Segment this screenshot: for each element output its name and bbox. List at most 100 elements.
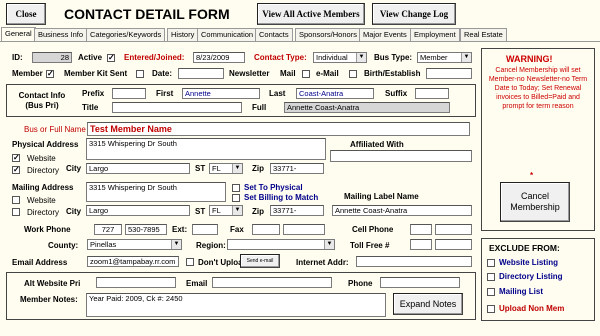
tab-history[interactable]: History [167,28,199,41]
tab-bar: General Business Info Categories/Keyword… [0,27,600,42]
exclude-website-label: Website Listing [499,258,558,267]
dont-upload-checkbox[interactable] [186,258,194,266]
bus-type-select[interactable]: Member ▼ [417,52,472,63]
expand-notes-button[interactable]: Expand Notes [393,293,463,315]
physical-website-label: Website [27,154,56,163]
physical-zip-label: Zip [252,164,264,173]
first-name-field[interactable]: Annette [182,88,260,99]
birth-establish-field[interactable] [426,68,472,79]
tab-real-estate[interactable]: Real Estate [460,28,507,41]
mailing-state-select[interactable]: FL ▼ [209,205,243,216]
tab-contacts[interactable]: Contacts [255,28,293,41]
bus-full-name-field[interactable]: Test Member Name [87,122,470,136]
full-name-field: Annette Coast-Anatra [284,102,450,113]
alt-email-field[interactable] [212,277,332,288]
upload-non-mem-label: Upload Non Mem [499,304,565,313]
contact-type-select[interactable]: Individual ▼ [313,52,367,63]
full-label: Full [252,103,267,112]
mailing-label-name-label: Mailing Label Name [344,192,419,201]
member-checkbox[interactable]: ✓ [46,70,54,78]
cancel-membership-button[interactable]: Cancel Membership [500,182,570,222]
tab-categories[interactable]: Categories/Keywords [86,28,166,41]
mailing-city-field[interactable]: Largo [86,205,190,216]
newsletter-label: Newsletter [229,69,270,78]
tab-general[interactable]: General [1,27,36,41]
title-field[interactable] [112,102,242,113]
active-label: Active [78,53,103,62]
physical-city-field[interactable]: Largo [86,163,190,174]
bus-type-value: Member [420,53,448,62]
affiliated-with-label: Affiliated With [350,140,404,149]
mailing-street-field[interactable]: 3315 Whispering Dr South [86,182,226,202]
tab-major-events[interactable]: Major Events [359,28,411,41]
title-label: Title [82,103,99,112]
ext-field[interactable] [192,224,218,235]
work-number-field[interactable]: 530-7895 [125,224,167,235]
email-address-field[interactable]: zoom1@tampabay.rr.com [87,256,179,267]
member-notes-field[interactable]: Year Paid: 2009, Ck #: 2450 [86,293,386,317]
affiliated-with-field[interactable] [330,150,472,162]
alt-phone-label: Phone [348,279,373,288]
warning-title: WARNING! [506,54,553,64]
set-to-physical-checkbox[interactable] [232,184,240,192]
alt-website-field[interactable] [96,277,176,288]
member-kit-checkbox[interactable] [136,70,144,78]
region-select[interactable]: ▼ [227,239,335,250]
mailing-city-label: City [66,207,82,216]
tab-sponsors[interactable]: Sponsors/Honors [295,28,361,41]
work-phone-label: Work Phone [24,225,71,234]
toll-free-area-field[interactable] [410,239,432,250]
physical-website-checkbox[interactable]: ✓ [12,154,20,162]
alt-phone-field[interactable] [380,277,460,288]
tab-divider [0,41,600,42]
last-name-field[interactable]: Coast-Anatra [296,88,374,99]
tab-employment[interactable]: Employment [410,28,460,41]
view-all-members-button[interactable]: View All Active Members [257,3,365,25]
county-select[interactable]: Pinellas ▼ [87,239,182,250]
send-email-button[interactable]: Send e-mail [240,254,280,268]
toll-free-number-field[interactable] [435,239,472,250]
upload-non-mem-checkbox[interactable] [487,305,495,313]
set-to-physical-label[interactable]: Set To Physical [244,183,303,193]
mailing-website-checkbox[interactable] [12,196,20,204]
fax-area-field[interactable] [252,224,280,235]
physical-state-value: FL [212,164,221,173]
exclude-directory-checkbox[interactable] [487,273,495,281]
mail-label: Mail [280,69,296,78]
cell-area-field[interactable] [410,224,432,235]
email-checkbox[interactable] [349,70,357,78]
mailing-directory-checkbox[interactable] [12,208,20,216]
physical-zip-field[interactable]: 33771- [270,163,324,174]
view-change-log-button[interactable]: View Change Log [372,3,456,25]
active-checkbox[interactable]: ✓ [107,54,115,62]
set-billing-label[interactable]: Set Billing to Match [244,193,318,203]
fax-number-field[interactable] [283,224,325,235]
suffix-field[interactable] [415,88,449,99]
entered-joined-label: Entered/Joined: [124,53,185,62]
mailing-label-name-field[interactable]: Annette Coast-Anatra [332,205,472,216]
tab-communication[interactable]: Communication [197,28,258,41]
set-billing-checkbox[interactable] [232,194,240,202]
ext-label: Ext: [172,225,188,234]
mail-checkbox[interactable] [302,70,310,78]
physical-directory-checkbox[interactable]: ✓ [12,166,20,174]
warning-star: * [530,171,534,180]
date-field[interactable] [178,68,224,79]
prefix-label: Prefix [82,89,105,98]
close-button[interactable]: Close [6,3,46,25]
tab-business-info[interactable]: Business Info [34,28,88,41]
physical-state-select[interactable]: FL ▼ [209,163,243,174]
exclude-website-checkbox[interactable] [487,259,495,267]
physical-street-field[interactable]: 3315 Whispering Dr South [86,138,326,160]
mailing-zip-field[interactable]: 33771- [270,205,324,216]
internet-addr-field[interactable] [356,256,472,267]
cell-number-field[interactable] [435,224,472,235]
work-area-code-field[interactable]: 727 [94,224,122,235]
prefix-field[interactable] [112,88,146,99]
id-field: 28 [32,52,72,63]
exclude-mailing-checkbox[interactable] [487,288,495,296]
chevron-down-icon: ▼ [232,164,242,173]
entered-joined-field[interactable]: 8/23/2009 [193,52,245,63]
chevron-down-icon: ▼ [461,53,471,62]
exclude-mailing-label: Mailing List [499,287,543,296]
